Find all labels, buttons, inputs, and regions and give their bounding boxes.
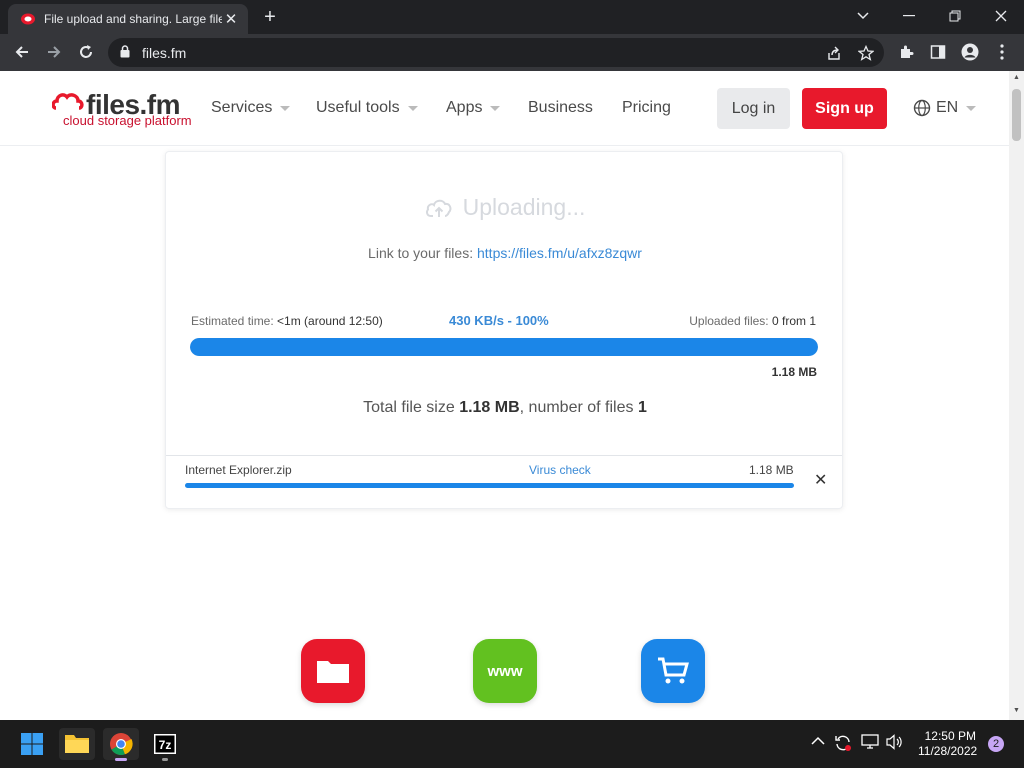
globe-icon (913, 99, 931, 117)
close-window-button[interactable] (978, 0, 1024, 32)
nav-pricing-label: Pricing (622, 99, 671, 116)
logo-tagline: cloud storage platform (63, 113, 192, 128)
language-label: EN (936, 99, 959, 116)
chevron-down-icon (490, 105, 501, 111)
page-viewport: files.fm cloud storage platform Services… (0, 71, 1009, 720)
nav-useful-tools-label: Useful tools (316, 99, 400, 116)
uploaded-files-label: Uploaded files: (689, 314, 769, 328)
upload-speed: 430 KB/s - 100% (449, 313, 549, 328)
nav-services-label: Services (211, 99, 273, 116)
total-summary: Total file size 1.18 MB, number of files… (166, 399, 844, 417)
nav-business[interactable]: Business (528, 99, 593, 117)
bookmark-star-icon[interactable] (856, 43, 876, 63)
running-app-indicator (162, 758, 168, 761)
menu-kebab-icon[interactable] (990, 40, 1014, 64)
new-tab-button[interactable]: + (260, 7, 280, 28)
tray-overflow-icon[interactable] (811, 734, 825, 749)
browser-tab[interactable]: File upload and sharing. Large file ✕ (8, 4, 248, 34)
www-icon[interactable]: www (473, 639, 537, 703)
total-count: 1 (637, 399, 647, 416)
folder-icon[interactable] (301, 639, 365, 703)
address-bar[interactable]: files.fm (108, 38, 884, 67)
file-row: Internet Explorer.zip Virus check 1.18 M… (166, 455, 842, 509)
chrome-icon[interactable] (103, 728, 139, 761)
nav-apps[interactable]: Apps (446, 99, 501, 117)
nav-useful-tools[interactable]: Useful tools (316, 99, 418, 117)
7zip-icon[interactable]: 7z (147, 728, 183, 761)
clock-date: 11/28/2022 (918, 744, 978, 758)
extensions-icon[interactable] (894, 40, 918, 64)
total-prefix: Total file size (363, 399, 455, 416)
profile-icon[interactable] (958, 40, 982, 64)
notification-badge[interactable]: 2 (988, 736, 1004, 752)
forward-icon[interactable] (42, 40, 66, 64)
nav-pricing[interactable]: Pricing (622, 99, 671, 117)
cart-icon[interactable] (641, 639, 705, 703)
upload-status: Uploading... (166, 194, 844, 221)
login-button[interactable]: Log in (717, 88, 790, 129)
tab-search-icon[interactable] (840, 0, 886, 32)
page-scrollbar[interactable]: ▲ ▼ (1009, 71, 1024, 720)
site-header: files.fm cloud storage platform Services… (0, 71, 1009, 146)
nav-services[interactable]: Services (211, 99, 291, 117)
scroll-up-icon[interactable]: ▲ (1012, 74, 1021, 83)
link-prefix: Link to your files: (368, 245, 474, 261)
file-progress-bar (185, 483, 794, 488)
side-panel-icon[interactable] (926, 40, 950, 64)
chevron-down-icon (966, 105, 977, 111)
share-icon[interactable] (824, 43, 844, 63)
close-tab-icon[interactable]: ✕ (222, 10, 240, 28)
file-status: Virus check (529, 463, 591, 477)
svg-text:7z: 7z (159, 738, 172, 752)
upload-card: Uploading... Link to your files: https:/… (165, 151, 843, 509)
total-size: 1.18 MB (459, 399, 520, 416)
language-selector[interactable]: EN (913, 99, 977, 117)
filesfm-favicon-icon (20, 11, 36, 27)
nav-apps-label: Apps (446, 99, 483, 116)
sync-icon[interactable] (834, 734, 852, 755)
upload-progress-bar (190, 338, 818, 356)
minimize-button[interactable] (886, 0, 932, 32)
uploaded-files-value: 0 from 1 (771, 314, 816, 328)
scroll-down-icon[interactable]: ▼ (1012, 707, 1021, 716)
tab-title: File upload and sharing. Large file (44, 12, 222, 26)
back-icon[interactable] (10, 40, 34, 64)
file-name: Internet Explorer.zip (185, 463, 292, 477)
svg-text:www: www (486, 663, 522, 679)
chevron-down-icon (407, 105, 418, 111)
lock-icon[interactable] (120, 45, 130, 63)
file-size: 1.18 MB (749, 463, 794, 477)
browser-tabstrip: File upload and sharing. Large file ✕ + (0, 0, 1024, 34)
upload-status-text: Uploading... (462, 194, 586, 220)
taskbar-clock[interactable]: 12:50 PM 11/28/2022 (918, 729, 978, 759)
cloud-upload-icon (425, 199, 451, 217)
total-mid: , number of files (519, 399, 634, 416)
estimated-time-value: <1m (around 12:50) (277, 314, 383, 328)
browser-toolbar: files.fm (0, 34, 1024, 71)
files-link[interactable]: https://files.fm/u/afxz8zqwr (477, 245, 642, 261)
estimated-time: Estimated time: <1m (around 12:50) (191, 314, 383, 328)
reload-icon[interactable] (74, 40, 98, 64)
file-explorer-icon[interactable] (59, 728, 95, 760)
remove-file-icon[interactable]: ✕ (814, 470, 827, 490)
clock-time: 12:50 PM (924, 729, 976, 743)
scrollbar-thumb[interactable] (1012, 89, 1021, 141)
windows-taskbar: 7z 12:50 PM 11/28/2022 2 (0, 720, 1024, 768)
estimated-time-label: Estimated time: (191, 314, 274, 328)
files-link-line: Link to your files: https://files.fm/u/a… (166, 245, 844, 261)
uploaded-files: Uploaded files: 0 from 1 (689, 314, 816, 328)
uploaded-size: 1.18 MB (771, 365, 817, 379)
network-icon[interactable] (861, 734, 879, 753)
nav-business-label: Business (528, 99, 593, 116)
file-progress-fill (185, 483, 794, 488)
upload-progress-fill (190, 338, 818, 356)
volume-icon[interactable] (886, 734, 904, 753)
chevron-down-icon (280, 105, 291, 111)
active-app-indicator (115, 758, 127, 761)
start-icon[interactable] (14, 728, 50, 760)
signup-button[interactable]: Sign up (802, 88, 887, 129)
restore-button[interactable] (932, 0, 978, 32)
url-text: files.fm (142, 45, 187, 61)
